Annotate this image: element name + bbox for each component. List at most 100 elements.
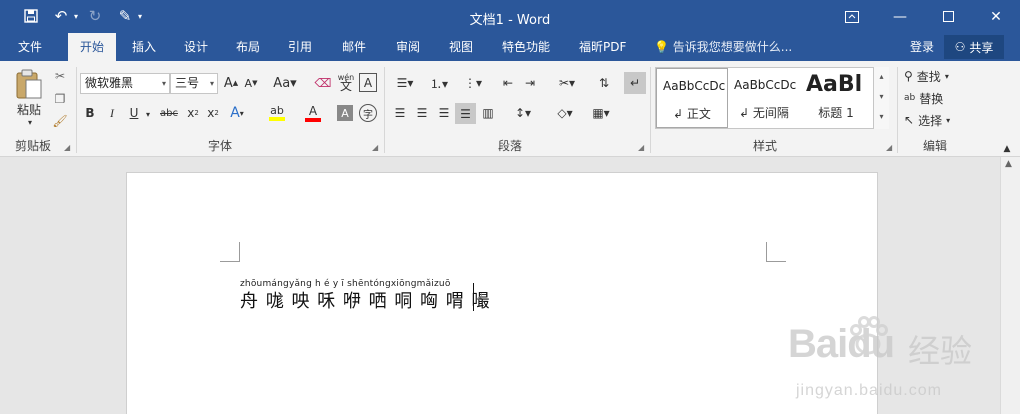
window-controls: — ✕ xyxy=(828,0,1020,33)
style-normal[interactable]: AaBbCcDc ↲ 正文 xyxy=(656,68,728,128)
paragraph-mark-icon: ↲ xyxy=(476,293,484,303)
bullets-icon[interactable]: ☰▾ xyxy=(390,73,420,93)
align-right-icon[interactable]: ☰ xyxy=(434,103,454,123)
title-bar: ↶ ▾ ↻ ✎ ▾ 文档1 - Word — ✕ xyxy=(0,0,1020,33)
phonetic-guide-icon[interactable]: wén 文 xyxy=(336,71,356,93)
close-icon[interactable]: ✕ xyxy=(972,0,1020,33)
scroll-up-icon[interactable]: ▲ xyxy=(1005,159,1012,169)
paragraph-launcher-icon[interactable]: ◢ xyxy=(638,143,644,152)
character-border-icon[interactable]: A xyxy=(359,73,377,92)
lightbulb-icon: 💡 xyxy=(654,40,669,54)
align-center-icon[interactable]: ☰ xyxy=(412,103,432,123)
font-size-combo[interactable]: 三号 ▾ xyxy=(170,73,218,94)
highlight-color-icon[interactable]: ab xyxy=(264,103,290,123)
share-button[interactable]: ⚇ 共享 xyxy=(944,35,1004,59)
ribbon: 粘贴 ▾ ✂ ❐ 🖌 剪贴板 ◢ 微软雅黑 ▾ 三号 ▾ A ▲ A ▼ Aa▾ ⌫… xyxy=(0,61,1020,157)
paste-dropdown-icon[interactable]: ▾ xyxy=(20,116,40,128)
watermark-cn: 经验 xyxy=(908,333,973,369)
tab-references[interactable]: 引用 xyxy=(282,33,318,61)
font-size-value: 三号 xyxy=(175,76,200,90)
find-button[interactable]: ⚲ 查找 ▾ xyxy=(904,67,970,85)
tab-view[interactable]: 视图 xyxy=(443,33,479,61)
tab-insert[interactable]: 插入 xyxy=(126,33,162,61)
tab-home[interactable]: 开始 xyxy=(68,33,116,61)
tab-review[interactable]: 审阅 xyxy=(390,33,426,61)
separator xyxy=(897,67,898,153)
style-no-spacing[interactable]: AaBbCcDc ↲ 无间隔 xyxy=(728,68,800,128)
show-marks-icon[interactable]: ↵ xyxy=(624,72,646,94)
document-page[interactable] xyxy=(126,172,878,414)
ribbon-display-icon[interactable] xyxy=(828,0,876,33)
increase-indent-icon[interactable]: ⇥ xyxy=(520,73,540,93)
align-left-icon[interactable]: ☰ xyxy=(390,103,410,123)
font-color-icon[interactable]: A xyxy=(300,103,326,123)
chevron-down-icon[interactable]: ▾ xyxy=(210,74,214,93)
superscript-icon[interactable]: x2 xyxy=(204,103,222,123)
enclose-characters-icon[interactable]: 字 xyxy=(359,104,377,122)
bold-icon[interactable]: B xyxy=(82,103,98,123)
line-spacing-icon[interactable]: ↕▾ xyxy=(508,103,538,123)
distributed-icon[interactable]: ▥ xyxy=(478,103,498,123)
minimize-icon[interactable]: — xyxy=(876,0,924,33)
tell-me-text: 告诉我您想要做什么... xyxy=(672,40,793,54)
separator xyxy=(650,67,651,153)
clear-formatting-icon[interactable]: ⌫ xyxy=(313,73,333,93)
style-heading-1[interactable]: AaBl 标题 1 xyxy=(800,68,872,128)
strikethrough-icon[interactable]: abc xyxy=(158,103,180,123)
borders-icon[interactable]: ▦▾ xyxy=(586,103,616,123)
tab-special-features[interactable]: 特色功能 xyxy=(496,33,556,61)
watermark-brand: Baidu xyxy=(788,322,895,366)
maximize-icon[interactable] xyxy=(924,0,972,33)
tab-layout[interactable]: 布局 xyxy=(230,33,266,61)
cut-icon[interactable]: ✂ xyxy=(50,66,70,86)
font-name-value: 微软雅黑 xyxy=(85,76,134,90)
subscript-icon[interactable]: x2 xyxy=(184,103,202,123)
gallery-more-icon[interactable]: ▾ xyxy=(874,107,889,127)
font-name-combo[interactable]: 微软雅黑 ▾ xyxy=(80,73,170,94)
paste-icon[interactable] xyxy=(12,67,46,101)
italic-icon[interactable]: I xyxy=(104,103,120,123)
format-painter-icon[interactable]: 🖌 xyxy=(50,111,70,131)
share-label: 共享 xyxy=(969,40,994,55)
text-effects-icon[interactable]: A ▾ xyxy=(226,103,248,123)
styles-gallery: AaBbCcDc ↲ 正文 AaBbCcDc ↲ 无间隔 AaBl 标题 1 xyxy=(655,67,889,129)
document-text[interactable]: 舟 哤 咉 咊 咿 哂 哃 哅 喟 嘬 xyxy=(240,287,491,313)
copy-icon[interactable]: ❐ xyxy=(50,89,70,109)
styles-group-label: 样式 xyxy=(752,139,777,153)
tab-foxit-pdf[interactable]: 福昕PDF xyxy=(573,33,632,61)
asian-layout-icon[interactable]: ✂▾ xyxy=(552,73,582,93)
underline-dropdown-icon[interactable]: ▾ xyxy=(143,105,153,123)
tab-mailings[interactable]: 邮件 xyxy=(336,33,372,61)
shrink-font-icon[interactable]: A ▼ xyxy=(242,73,260,93)
login-link[interactable]: 登录 xyxy=(910,33,934,61)
chevron-down-icon[interactable]: ▾ xyxy=(162,74,166,93)
underline-icon[interactable]: U xyxy=(126,103,142,123)
numbering-icon[interactable]: ⒈▾ xyxy=(424,73,454,93)
text-cursor xyxy=(473,283,474,311)
collapse-ribbon-icon[interactable]: ▲ xyxy=(1000,143,1014,155)
replace-icon: ab xyxy=(904,93,916,103)
paste-label[interactable]: 粘贴 xyxy=(12,101,46,117)
grow-font-icon[interactable]: A ▲ xyxy=(222,73,240,93)
separator xyxy=(384,67,385,153)
tab-design[interactable]: 设计 xyxy=(178,33,214,61)
change-case-icon[interactable]: Aa▾ xyxy=(270,73,300,93)
search-icon: ⚲ xyxy=(904,69,913,83)
replace-button[interactable]: ab 替换 xyxy=(904,89,970,107)
select-button[interactable]: ↖ 选择 ▾ xyxy=(904,111,970,129)
character-shading-icon[interactable]: A xyxy=(337,105,353,121)
styles-launcher-icon[interactable]: ◢ xyxy=(886,143,892,152)
person-icon: ⚇ xyxy=(954,40,966,54)
shading-icon[interactable]: ◇▾ xyxy=(550,103,580,123)
gallery-down-icon[interactable]: ▾ xyxy=(874,87,889,107)
font-launcher-icon[interactable]: ◢ xyxy=(372,143,378,152)
decrease-indent-icon[interactable]: ⇤ xyxy=(498,73,518,93)
tab-file[interactable]: 文件 xyxy=(12,33,48,61)
multilevel-list-icon[interactable]: ⋮▾ xyxy=(458,73,488,93)
gallery-up-icon[interactable]: ▴ xyxy=(874,67,889,87)
sort-icon[interactable]: ⇅ xyxy=(594,73,614,93)
select-label: 选择 xyxy=(918,113,943,128)
clipboard-launcher-icon[interactable]: ◢ xyxy=(64,143,70,152)
tell-me-box[interactable]: 💡 告诉我您想要做什么... xyxy=(654,33,792,61)
justify-icon[interactable]: ☰ xyxy=(455,103,476,124)
